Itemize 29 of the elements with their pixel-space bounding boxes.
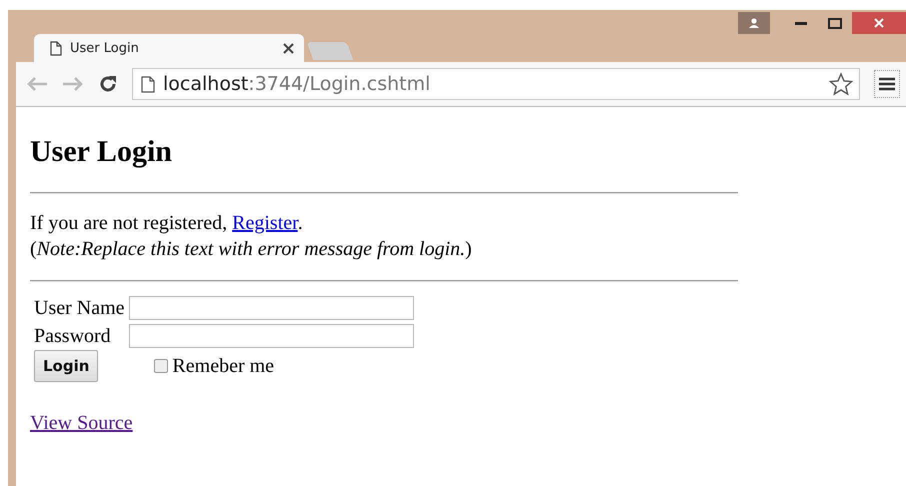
url-text: localhost:3744/Login.cshtml [163,73,432,95]
profile-button[interactable] [738,12,770,34]
page-heading: User Login [30,135,172,168]
field-label: Password [34,324,111,348]
address-bar[interactable]: localhost:3744/Login.cshtml [132,68,860,100]
close-button[interactable] [852,12,906,34]
remember-label: Remeber me [172,354,274,378]
menu-button[interactable] [874,70,900,98]
page-icon [50,40,62,56]
note-text: (Note:Replace this text with error message from login.) [30,237,472,262]
login-button[interactable]: Login [34,350,98,382]
tab-title: User Login [70,40,140,56]
star-icon[interactable] [829,72,853,96]
menu-icon [879,77,895,91]
close-icon[interactable] [283,42,294,54]
browser-tab[interactable]: User Login [34,34,304,62]
reload-icon[interactable] [98,74,118,94]
register-link[interactable]: Register [232,212,298,234]
remember-checkbox[interactable] [154,359,168,373]
username-field[interactable] [128,296,414,320]
maximize-icon [828,18,842,28]
minimize-icon [795,21,807,25]
person-icon [748,18,760,28]
page-icon [141,76,155,92]
view-source-link[interactable]: View Source [30,412,133,434]
register-prompt: If you are not registered, Register. [30,211,303,236]
password-field[interactable] [128,324,414,348]
close-icon [874,18,884,28]
field-label: User Name [34,296,125,320]
